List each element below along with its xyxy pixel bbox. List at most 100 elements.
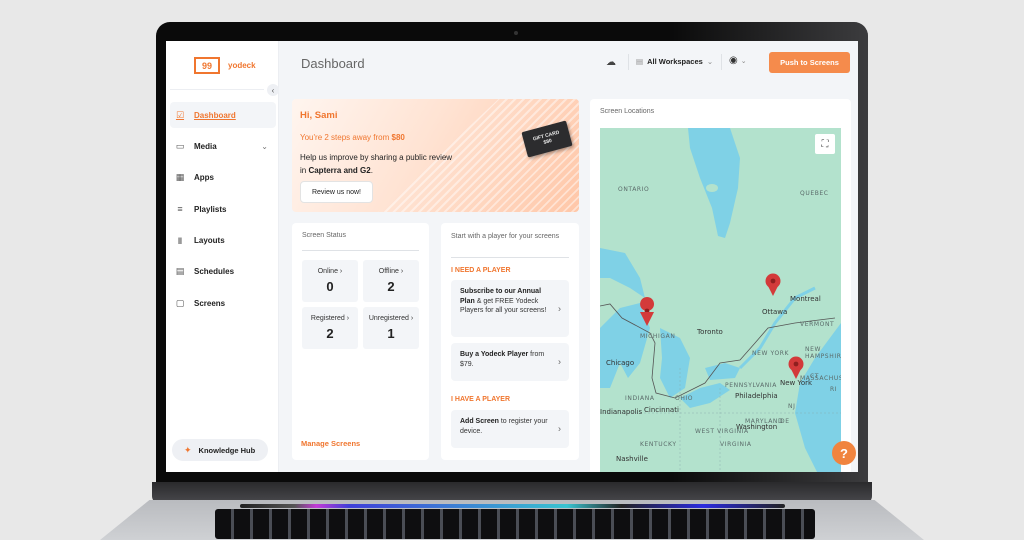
folder-icon: ▭ [175,140,185,151]
stat-registered[interactable]: Registered › 2 [302,307,358,349]
calendar-icon: ▤ [175,266,185,277]
gift-card-amount: $80 [542,137,553,146]
sidebar-nav: ☑ Dashboard ▭ Media ⌄ ▦ Apps ≡ Playlists… [170,102,276,322]
promo-description: Help us improve by sharing a public revi… [300,151,460,177]
map-city: New York [780,379,813,387]
map-label: QUEBEC [800,190,829,197]
stat-label: Offline › [378,268,404,275]
review-promo-card: Hi, Sami You're 2 steps away from $80 He… [292,99,579,212]
map-city: Washington [736,423,778,431]
monitor-icon: ▢ [175,297,185,308]
sidebar: 99 yodeck ‹ ☑ Dashboard ▭ Media ⌄ ▦ Apps… [166,41,279,472]
logo[interactable]: 99 yodeck [194,57,256,74]
chevron-right-icon: › [558,356,561,367]
manage-screens-link[interactable]: Manage Screens [301,439,360,448]
sidebar-item-layouts[interactable]: ‖ Layouts [170,228,276,254]
stat-label: Online › [317,268,343,275]
knowledge-hub-icon: ✦ [184,444,192,455]
divider [302,250,419,251]
add-screen-option[interactable]: Add Screen to register your device. › [451,410,569,448]
sidebar-item-label: Apps [194,173,214,183]
map-label: MICHIGAN [640,333,676,340]
map-label: NJ [788,403,796,410]
knowledge-hub-label: Knowledge Hub [198,445,256,455]
card-title: Start with a player for your screens [451,233,560,240]
sidebar-item-dashboard[interactable]: ☑ Dashboard [170,102,276,128]
help-button[interactable]: ? [832,441,856,465]
map-label: DE [780,418,790,425]
keyboard [215,509,815,539]
stat-value: 2 [387,279,395,294]
screen-locations-card: Screen Locations ONTARIO QUEBEC MICHIGAN… [590,99,851,472]
touch-bar [240,504,785,508]
stat-value: 1 [387,326,395,341]
map-label: OHIO [675,395,694,402]
stat-unregistered[interactable]: Unregistered › 1 [363,307,419,349]
divider [721,54,722,70]
map-city: Cincinnati [644,406,679,414]
user-avatar-icon: ◉ [729,55,738,66]
push-to-screens-button[interactable]: Push to Screens [769,52,850,73]
chevron-right-icon: › [558,423,561,434]
apps-grid-icon: ▦ [175,172,185,183]
have-player-label: I HAVE A PLAYER [451,396,510,403]
brand-name: yodeck [228,61,256,70]
promo-text-bold: Capterra and G2 [308,166,371,175]
sidebar-item-screens[interactable]: ▢ Screens [170,290,276,316]
sidebar-item-label: Media [194,141,217,151]
annual-plan-option[interactable]: Subscribe to our Annual Plan & get FREE … [451,280,569,337]
collapse-sidebar-button[interactable]: ‹ [267,84,279,96]
workspace-icon: ▤ [636,57,644,66]
cloud-upload-icon[interactable]: ☁ [606,57,616,68]
map-city: Philadelphia [735,392,778,400]
page-title: Dashboard [301,56,365,71]
sidebar-item-schedules[interactable]: ▤ Schedules [170,259,276,285]
option-bold: Add Screen [460,418,499,425]
knowledge-hub-button[interactable]: ✦ Knowledge Hub [172,439,268,461]
sidebar-item-playlists[interactable]: ≡ Playlists [170,196,276,222]
sidebar-item-label: Playlists [194,204,227,214]
map-city: Ottawa [762,308,788,316]
stat-value: 2 [326,326,334,341]
map-label: KENTUCKY [640,441,677,448]
stat-online[interactable]: Online › 0 [302,260,358,302]
workspace-selector[interactable]: ▤ All Workspaces ⌄ [636,57,713,66]
sidebar-item-label: Layouts [194,236,225,246]
map-label: VERMONT [800,321,835,328]
sidebar-item-label: Schedules [194,267,235,277]
map[interactable]: ONTARIO QUEBEC MICHIGAN NEW YORK VERMONT… [600,128,841,472]
map-city: Toronto [697,328,723,336]
steps-prefix: You're 2 steps away from [300,133,392,142]
chevron-down-icon: ⌄ [706,57,714,66]
screen-status-card: Screen Status Online › 0 Offline › 2 Reg… [292,223,429,460]
stat-label: Registered › [310,315,350,322]
review-us-button[interactable]: Review us now! [300,181,373,203]
map-label: PENNSYLVANIA [725,382,777,389]
chevron-down-icon[interactable]: ⌄ [261,142,268,151]
sidebar-item-apps[interactable]: ▦ Apps [170,165,276,191]
buy-player-option[interactable]: Buy a Yodeck Player from $79. › [451,343,569,381]
chevron-right-icon: › [558,302,561,313]
user-menu[interactable]: ◉ ⌄ [729,55,747,66]
sidebar-item-media[interactable]: ▭ Media ⌄ [170,133,276,159]
reward-amount: $80 [391,133,405,142]
divider [451,257,569,258]
map-city: Chicago [606,359,635,367]
layouts-icon: ‖ [177,235,183,246]
stat-offline[interactable]: Offline › 2 [363,260,419,302]
card-title: Screen Status [302,232,346,239]
divider [628,54,629,70]
app-screen: 99 yodeck ‹ ☑ Dashboard ▭ Media ⌄ ▦ Apps… [166,41,858,472]
map-label: VIRGINIA [720,441,752,448]
stat-value: 0 [326,279,334,294]
fullscreen-button[interactable]: ⛶ [815,134,835,154]
promo-text-suffix: . [370,166,373,175]
option-bold: Buy a Yodeck Player [460,351,529,358]
dashboard-icon: ☑ [175,109,185,120]
workspace-label: All Workspaces [647,57,703,66]
player-card: Start with a player for your screens I N… [441,223,579,460]
map-label: NEW HAMPSHIRE [805,346,841,360]
map-city: Nashville [616,455,648,463]
chevron-down-icon: ⌄ [740,57,747,65]
steps-away-text: You're 2 steps away from $80 [300,133,405,142]
